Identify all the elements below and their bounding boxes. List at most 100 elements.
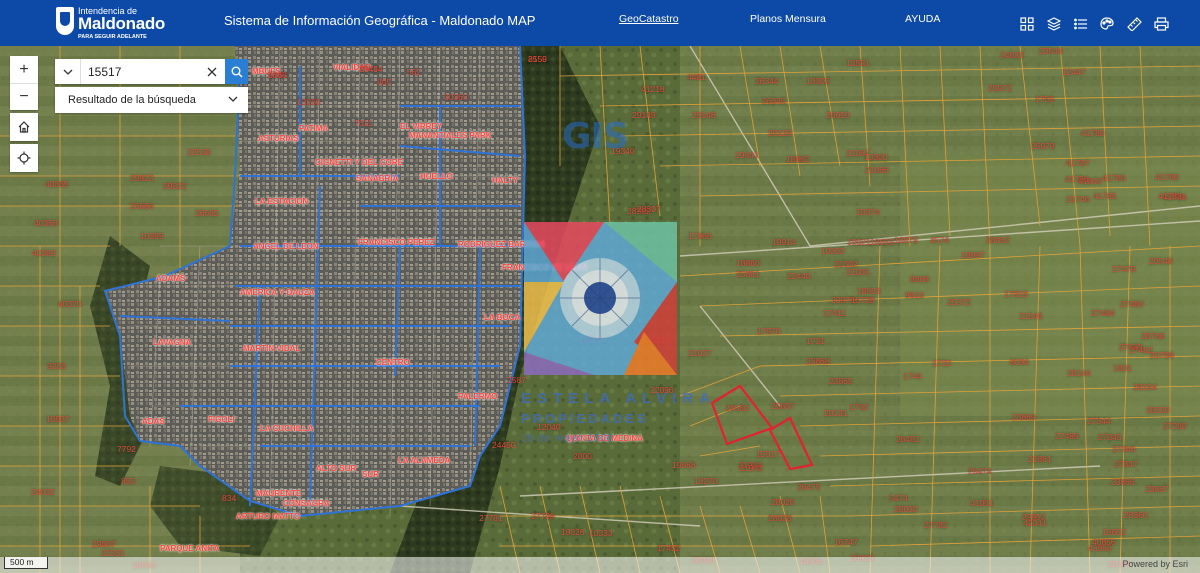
parcel-number-label: 21903	[739, 463, 763, 473]
parcel-number-label: 28030	[894, 504, 918, 514]
neighborhood-label: PALERMO	[458, 392, 498, 401]
parcel-number-label: 29823	[130, 173, 154, 183]
nav-ayuda-link[interactable]: AYUDA	[905, 13, 940, 25]
home-icon	[18, 121, 30, 133]
neighborhood-label: CONSAGRA	[283, 499, 330, 508]
palette-icon[interactable]	[1099, 12, 1116, 36]
agency-subtitle: PROPIEDADES	[521, 411, 649, 426]
attribution-text[interactable]: Powered by Esri	[1122, 559, 1188, 569]
parcel-number-label: 28028	[768, 513, 792, 523]
neighborhood-label: ADAS	[142, 417, 165, 426]
parcel-number-label: 22530	[187, 147, 211, 157]
locate-button[interactable]	[10, 144, 38, 172]
parcel-number-label: 13260	[297, 97, 321, 107]
parcel-number-label: 25857	[771, 401, 795, 411]
parcel-number-label: 2658	[268, 70, 287, 80]
parcel-number-label: 16747	[834, 537, 858, 547]
search-results-dropdown[interactable]: Resultado de la búsqueda	[55, 87, 248, 113]
header-toolbar	[1018, 12, 1170, 36]
parcel-number-label: 19914	[772, 237, 796, 247]
parcel-number-label: 23865	[829, 376, 853, 386]
parcel-number-label: 24450	[492, 440, 516, 450]
app-header: Intendencia de Maldonado PARA SEGUIR ADE…	[0, 0, 1200, 46]
parcel-number-label: 13551	[846, 58, 870, 68]
parcel-number-label: 20548	[1149, 256, 1173, 266]
print-icon[interactable]	[1153, 12, 1170, 36]
parcel-number-label: 23543	[1039, 46, 1063, 56]
parcel-number-label: 41789	[1102, 173, 1126, 183]
parcel-number-label: 2587	[507, 375, 526, 385]
parcel-number-label: 22440	[787, 271, 811, 281]
map-view[interactable]: MBUES VIALIDAD ASTURIAS FATIMA EL VIRREY…	[0, 46, 1200, 573]
neighborhood-label: ANGEL DE LEON	[253, 242, 319, 251]
search-input[interactable]	[82, 59, 202, 84]
parcel-number-label: 28360	[1124, 510, 1148, 520]
logo-tagline: PARA SEGUIR ADELANTE	[78, 34, 147, 40]
parcel-number-label: 23868	[806, 356, 830, 366]
parcel-number-label: 16399	[140, 231, 164, 241]
logo[interactable]: Intendencia de Maldonado PARA SEGUIR ADE…	[56, 5, 166, 41]
parcel-number-label: 1723	[932, 358, 951, 368]
parcel-number-label: 18659	[870, 237, 894, 247]
parcel-number-label: 19341	[735, 150, 759, 160]
home-button[interactable]	[10, 113, 38, 141]
parcel-number-label: 26475	[797, 482, 821, 492]
neighborhood-label: LA CUCHILLA	[260, 424, 314, 433]
mosaic-image	[524, 222, 677, 375]
parcel-number-label: 28144	[1067, 368, 1091, 378]
parcel-number-label: 28154	[1133, 382, 1157, 392]
zoom-in-button[interactable]: +	[10, 56, 38, 83]
grid-icon[interactable]	[1018, 12, 1035, 36]
nav-planos-mensura-link[interactable]: Planos Mensura	[750, 13, 826, 25]
parcel-number-label: 27480	[1120, 299, 1144, 309]
parcel-number-label: 27280	[1163, 421, 1187, 431]
layers-icon[interactable]	[1045, 12, 1062, 36]
parcel-number-label: 1731	[806, 336, 825, 346]
clear-search-button[interactable]	[199, 59, 225, 84]
parcel-number-label: 13300	[864, 152, 888, 162]
parcel-number-label: 28230	[1146, 405, 1170, 415]
zoom-out-button[interactable]: −	[10, 83, 38, 110]
parcel-number-label: 2559	[528, 54, 547, 64]
parcel-number-label: 23867	[1145, 484, 1169, 494]
gis-watermark: GIS	[562, 116, 629, 157]
measure-icon[interactable]	[1126, 12, 1143, 36]
parcel-number-label: 41785	[1093, 191, 1117, 201]
search-source-dropdown[interactable]	[55, 59, 81, 84]
parcel-number-label: 27799	[531, 511, 555, 521]
parcel-number-label: 27782	[924, 520, 948, 530]
parcel-number-label: 19937	[46, 414, 70, 424]
parcel-number-label: 40365	[45, 179, 69, 189]
parcel-number-label: 29149	[632, 110, 656, 120]
neighborhood-label: ASTURIAS	[258, 134, 299, 143]
neighborhood-label: HALTY	[492, 176, 519, 185]
parcel-number-label: 10333	[589, 528, 613, 538]
parcel-number-label: 4481	[687, 72, 706, 82]
parcel-number-label: 17919	[1004, 289, 1028, 299]
parcel-number-label: 27479	[1112, 264, 1136, 274]
parcel-number-label: 41780	[1081, 128, 1105, 138]
parcel-number-label: 562	[407, 67, 422, 77]
search-button[interactable]	[225, 59, 248, 84]
nav-geocatastro-link[interactable]: GeoCatastro	[619, 13, 679, 25]
parcel-number-label: 17970	[757, 326, 781, 336]
parcel-number-label: 21302	[834, 259, 858, 269]
parcel-number-label: 24633	[1000, 50, 1024, 60]
parcel-number-label: 1750	[1035, 94, 1054, 104]
neighborhood-label: PARQUE ANITA	[160, 544, 220, 553]
parcel-number-label: 27345	[1098, 432, 1122, 442]
parcel-number-label: 26474	[968, 466, 992, 476]
list-icon[interactable]	[1072, 12, 1089, 36]
parcel-number-label: 21027	[688, 348, 712, 358]
parcel-number-label: 1730	[849, 402, 868, 412]
neighborhood-label: ALTO SUR	[316, 464, 357, 473]
parcel-number-label: 1801	[1113, 363, 1132, 373]
logo-main-text: Maldonado	[78, 14, 166, 33]
parcel-number-label: 19652	[1102, 527, 1126, 537]
neighborhood-label: LAVAGNA	[153, 338, 192, 347]
parcel-number-label: 19568	[672, 460, 696, 470]
zoom-controls: + −	[10, 56, 38, 110]
parcel-number-label: 20129	[768, 128, 792, 138]
parcel-number-label: 40368	[34, 218, 58, 228]
parcel-number-label: 26345	[762, 96, 786, 106]
